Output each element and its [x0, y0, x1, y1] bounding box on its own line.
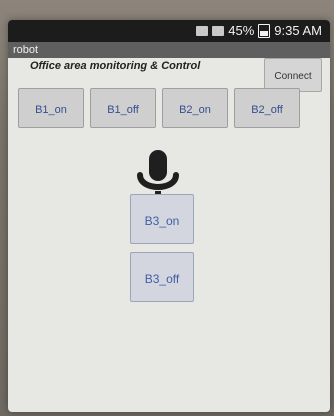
battery-percent: 45%	[228, 23, 255, 38]
b1-on-button[interactable]: B1_on	[18, 88, 84, 128]
battery-icon	[258, 23, 271, 38]
b2-on-button[interactable]: B2_on	[162, 88, 228, 128]
b1-off-button[interactable]: B1_off	[90, 88, 156, 128]
b3-off-button[interactable]: B3_off	[130, 252, 194, 302]
phone-screen: 45% 9:35 AM robot Office area monitoring…	[8, 20, 330, 412]
header-title: Office area monitoring & Control	[30, 60, 201, 72]
status-right-group: 45% 9:35 AM	[196, 23, 322, 38]
network-icon	[212, 25, 225, 36]
b3-on-button[interactable]: B3_on	[130, 194, 194, 244]
status-time: 9:35 AM	[274, 23, 322, 38]
signal-icon	[196, 25, 209, 36]
connect-button[interactable]: Connect	[264, 58, 322, 92]
b2-off-button[interactable]: B2_off	[234, 88, 300, 128]
app-title: robot	[13, 44, 39, 56]
bulb-button-row: B1_on B1_off B2_on B2_off	[18, 88, 318, 134]
phone-photo-frame: 45% 9:35 AM robot Office area monitoring…	[0, 0, 334, 416]
app-title-bar: robot	[8, 42, 330, 58]
status-bar: 45% 9:35 AM	[8, 20, 330, 42]
